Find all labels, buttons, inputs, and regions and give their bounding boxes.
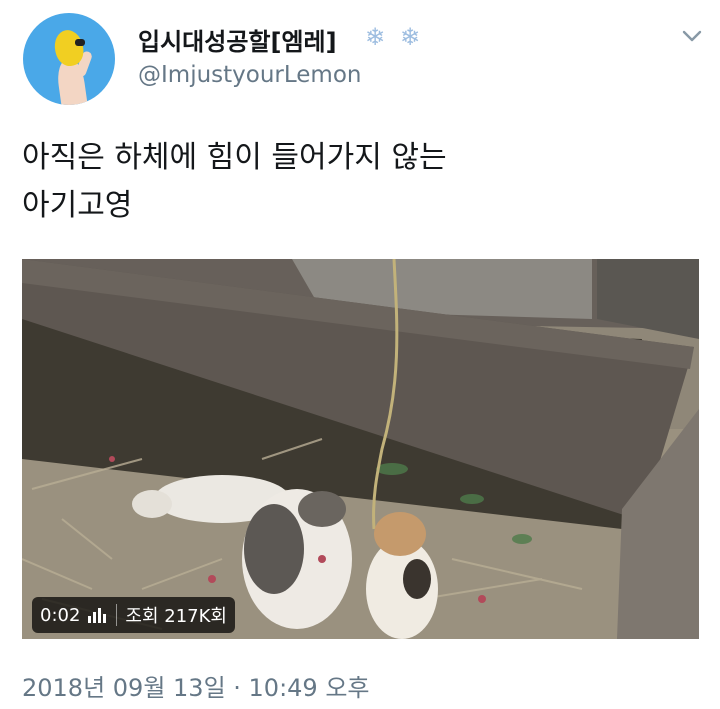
video-frame [22,259,699,639]
tweet-text: 아직은 하체에 힘이 들어가지 않는 아기고영 [22,134,702,230]
tweet-text-line: 아직은 하체에 힘이 들어가지 않는 [22,140,447,175]
video-views: 조회 217K회 [125,606,227,627]
avatar[interactable] [23,13,115,105]
bars-icon [88,607,108,623]
user-handle[interactable]: @ImjustyourLemon [138,62,362,88]
chevron-down-icon[interactable] [678,22,706,50]
badges: ❄ ❄ [362,24,427,50]
video-info-overlay: 0:02 조회 217K회 [32,597,235,633]
tweet-timestamp[interactable]: 2018년 09월 13일 · 10:49 오후 [22,668,370,703]
overlay-divider [116,604,118,626]
snowflake-icon: ❄ [400,23,421,51]
display-name[interactable]: 입시대성공할[엠레] [138,22,337,57]
tweet-text-line: 아기고영 [22,188,133,223]
snowflake-icon: ❄ [364,23,386,51]
video-duration: 0:02 [40,604,81,626]
video-player[interactable] [22,259,699,639]
avatar-lemon-glasses [75,39,85,46]
